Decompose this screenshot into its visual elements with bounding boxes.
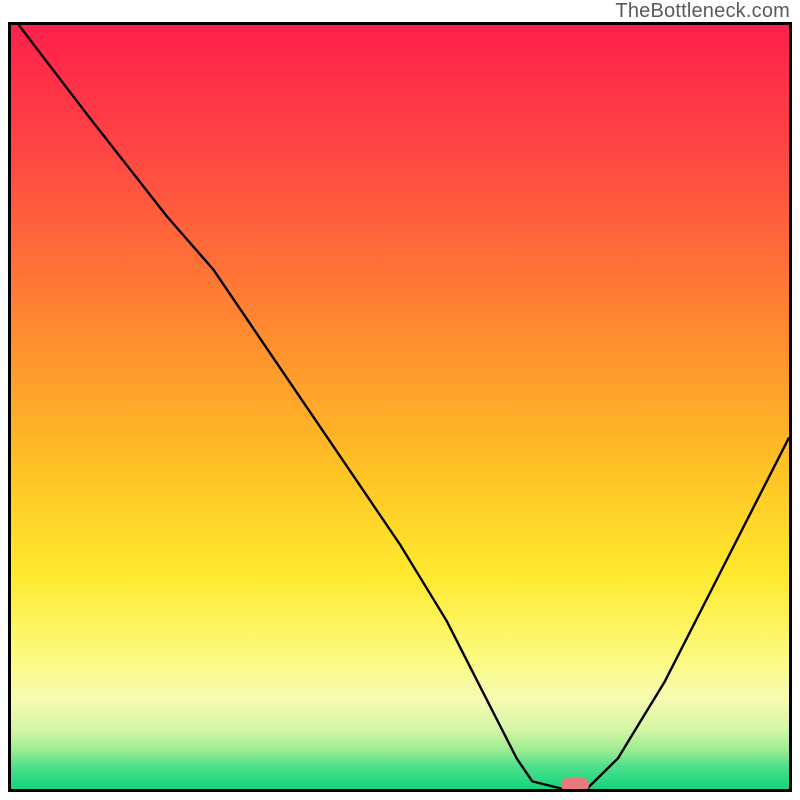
plot-frame [8, 22, 792, 792]
curve-layer [11, 25, 789, 789]
optimum-marker [561, 778, 589, 792]
watermark-text: TheBottleneck.com [615, 0, 790, 23]
chart-stage: TheBottleneck.com [0, 0, 800, 800]
bottleneck-curve [19, 25, 789, 789]
